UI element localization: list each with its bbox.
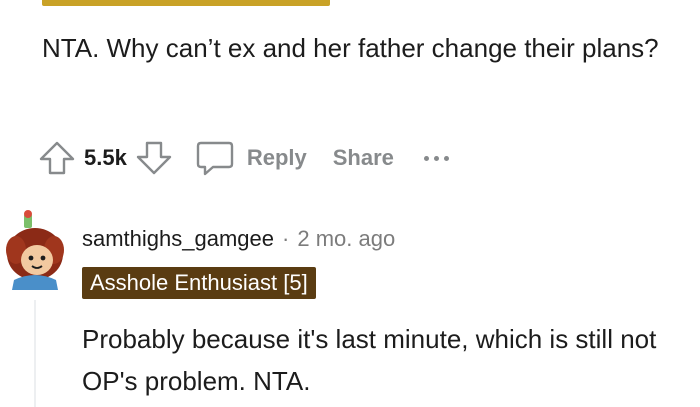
reply-label: Reply bbox=[246, 145, 307, 170]
reply-comment-body: Probably because it's last minute, which… bbox=[82, 324, 657, 396]
upvote-icon[interactable] bbox=[38, 139, 76, 177]
reply-button[interactable]: Reply bbox=[195, 139, 307, 177]
downvote-icon[interactable] bbox=[135, 139, 173, 177]
parent-flair-badge bbox=[42, 0, 330, 6]
user-avatar[interactable] bbox=[4, 210, 66, 290]
parent-comment-body: NTA. Why can’t ex and her father change … bbox=[42, 33, 659, 63]
meta-separator: · bbox=[282, 226, 290, 251]
more-options-icon[interactable] bbox=[423, 155, 449, 161]
comment-timestamp[interactable]: 2 mo. ago bbox=[297, 226, 395, 252]
comment-meta: samthighs_gamgee · 2 mo. ago bbox=[82, 226, 395, 252]
share-button[interactable]: Share bbox=[333, 145, 394, 171]
reply-bubble-icon bbox=[195, 139, 235, 177]
vote-count: 5.5k bbox=[84, 145, 127, 170]
user-flair-badge: Asshole Enthusiast [5] bbox=[82, 267, 316, 299]
comment-action-bar: 5.5k Reply Share bbox=[38, 136, 449, 180]
thread-collapse-line[interactable] bbox=[34, 300, 36, 407]
username-link[interactable]: samthighs_gamgee bbox=[82, 226, 274, 252]
